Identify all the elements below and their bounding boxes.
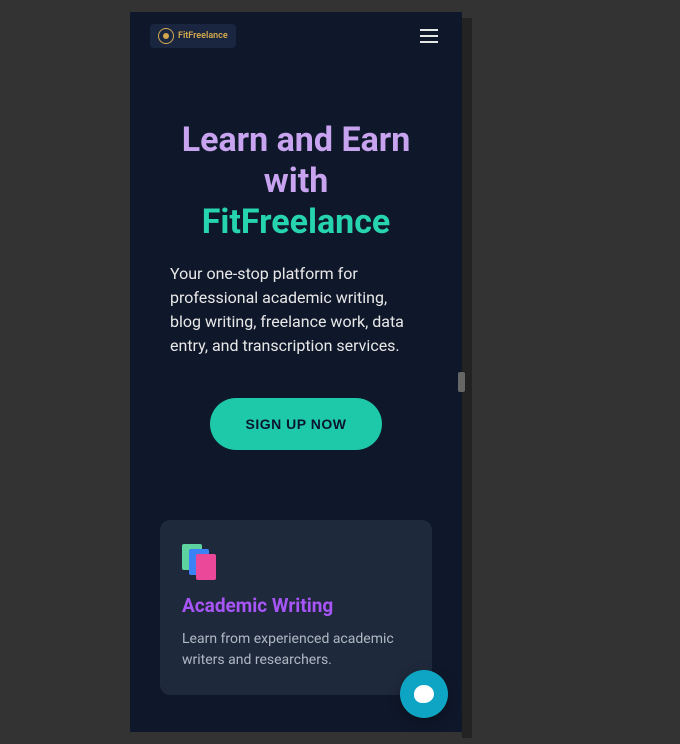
signup-button[interactable]: SIGN UP NOW <box>210 398 383 450</box>
logo-icon <box>158 28 174 44</box>
card-description: Learn from experienced academic writers … <box>182 629 410 671</box>
chat-icon <box>414 685 434 703</box>
logo-text: FitFreelance <box>178 31 228 41</box>
feature-card-academic-writing[interactable]: Academic Writing Learn from experienced … <box>160 520 432 695</box>
header: FitFreelance <box>130 12 462 60</box>
hero-title-line2: FitFreelance <box>202 202 391 242</box>
hero-title: Learn and Earn with FitFreelance <box>170 120 422 242</box>
card-title: Academic Writing <box>182 594 410 617</box>
hamburger-menu-icon[interactable] <box>416 25 442 47</box>
chat-button[interactable] <box>400 670 448 718</box>
resize-handle[interactable] <box>458 372 465 392</box>
books-icon <box>182 544 218 580</box>
hero-description: Your one-stop platform for professional … <box>170 262 422 358</box>
hero-section: Learn and Earn with FitFreelance Your on… <box>130 60 462 480</box>
app-viewport: FitFreelance Learn and Earn with FitFree… <box>130 12 462 732</box>
logo[interactable]: FitFreelance <box>150 24 236 48</box>
hero-title-line1: Learn and Earn with <box>182 120 411 201</box>
